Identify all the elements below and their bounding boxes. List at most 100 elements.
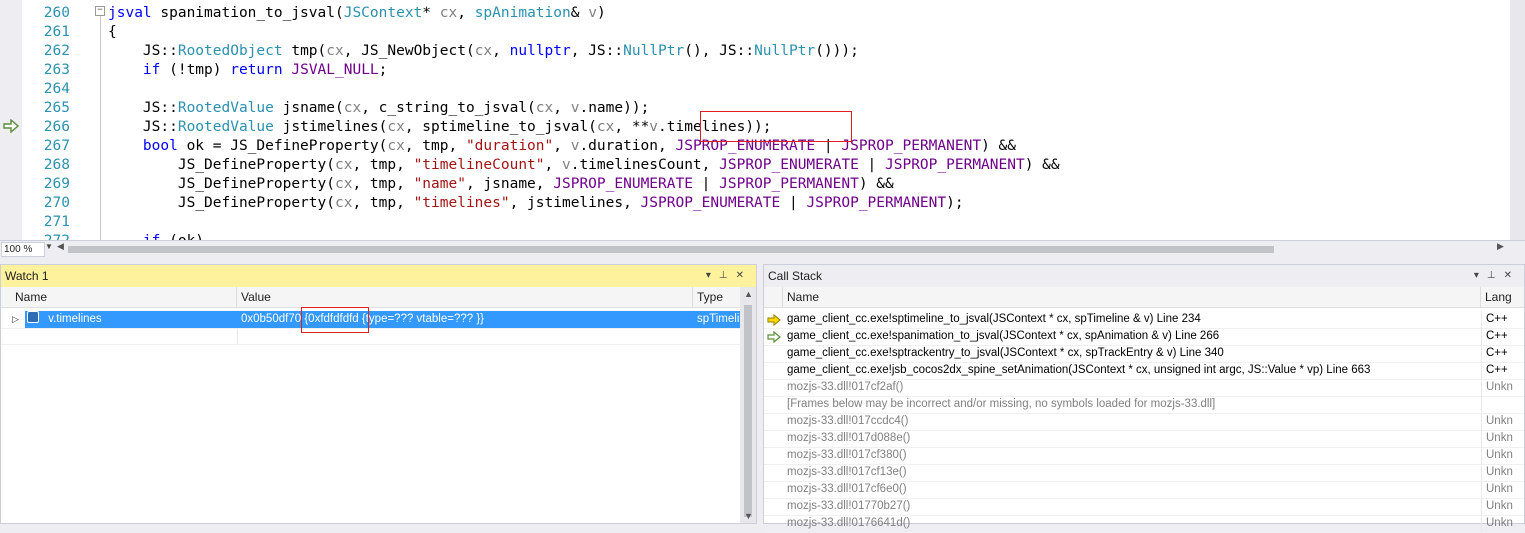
column-header-marker xyxy=(764,287,783,307)
code-text: JS::RootedValue jstimelines(cx, sptimeli… xyxy=(108,119,772,135)
stack-frame-row[interactable]: mozjs-33.dll!017cf6e0() Unkn xyxy=(764,481,1524,499)
line-number: 264 xyxy=(43,81,70,97)
watch-row[interactable]: ▷ v.timelines 0x0b50df70 {0xfdfdfdfd {ty… xyxy=(1,311,741,329)
column-header-language[interactable]: Lang xyxy=(1481,287,1525,307)
column-header-type[interactable]: Type xyxy=(693,287,741,307)
watch-value-rest: {type=??? vtable=??? }} xyxy=(358,313,485,325)
collapse-guide-line xyxy=(100,16,101,240)
frame-marker-cell xyxy=(764,362,783,379)
stack-frame-row[interactable]: mozjs-33.dll!017cf380() Unkn xyxy=(764,447,1524,465)
watch-scrollbar-thumb[interactable] xyxy=(744,305,752,517)
scroll-left-icon[interactable]: ◀ xyxy=(57,241,64,252)
call-stack-title-bar[interactable]: Call Stack ▾⊥✕ xyxy=(764,265,1524,287)
watch-row-name: v.timelines xyxy=(48,313,102,325)
watch-panel-title-bar[interactable]: Watch 1 ▾⊥✕ xyxy=(1,265,756,287)
code-editor[interactable]: 260 jsval spanimation_to_jsval(JSContext*… xyxy=(0,0,1525,258)
watch-vertical-scrollbar[interactable]: ▲ ▼ xyxy=(740,287,756,523)
stack-frame-name: game_client_cc.exe!spanimation_to_jsval(… xyxy=(787,330,1220,342)
expand-arrow-icon[interactable]: ▷ xyxy=(10,311,24,328)
scroll-right-icon[interactable]: ▶ xyxy=(1497,241,1504,252)
stack-frame-name: game_client_cc.exe!sptrackentry_to_jsval… xyxy=(787,347,1224,359)
code-line[interactable]: 268 JS_DefineProperty(cx, tmp, "timeline… xyxy=(0,156,1510,175)
watch-panel-title: Watch 1 xyxy=(5,269,49,283)
code-line[interactable]: 270 JS_DefineProperty(cx, tmp, "timeline… xyxy=(0,194,1510,213)
code-text: if (!tmp) return JSVAL_NULL; xyxy=(142,62,388,78)
stack-frame-name: mozjs-33.dll!017ccdc4() xyxy=(787,415,909,427)
return-point-arrow-icon xyxy=(3,119,19,133)
stack-frame-language: Unkn xyxy=(1481,379,1525,396)
stack-frame-language xyxy=(1481,396,1525,413)
vertical-scrollbar[interactable] xyxy=(1510,0,1525,240)
zoom-level-dropdown[interactable]: 100 % xyxy=(1,242,45,257)
stack-frame-language: Unkn xyxy=(1481,447,1525,464)
stack-frame-name: game_client_cc.exe!sptimeline_to_jsval(J… xyxy=(787,313,1201,325)
stack-frame-row[interactable]: mozjs-33.dll!01770b27() Unkn xyxy=(764,498,1524,516)
line-number: 262 xyxy=(43,43,70,59)
stack-frame-language: C++ xyxy=(1481,328,1525,345)
stack-frame-row[interactable]: game_client_cc.exe!sptrackentry_to_jsval… xyxy=(764,345,1524,363)
stack-frame-language: C++ xyxy=(1481,345,1525,362)
highlight-box-timelines-expression xyxy=(700,111,852,142)
call-stack-title: Call Stack xyxy=(768,269,823,283)
chevron-down-icon[interactable]: ▼ xyxy=(45,242,53,251)
code-line[interactable]: 271 xyxy=(0,213,1510,232)
collapse-toggle-icon[interactable]: − xyxy=(95,6,105,16)
code-line[interactable]: 261 { xyxy=(0,23,1510,42)
code-line[interactable]: 264 xyxy=(0,80,1510,99)
return-frame-arrow-icon xyxy=(764,328,783,345)
stack-frame-name: mozjs-33.dll!017cf2af() xyxy=(787,381,904,393)
stack-frame-language: Unkn xyxy=(1481,464,1525,481)
code-text: bool ok = JS_DefineProperty(cx, tmp, "du… xyxy=(142,138,1016,154)
close-icon[interactable]: ✕ xyxy=(736,270,752,281)
stack-frame-row[interactable]: mozjs-33.dll!0176641d() Unkn xyxy=(764,515,1524,533)
watch-panel: Watch 1 ▾⊥✕ Name Value Type ▷ v.timeline… xyxy=(0,264,757,524)
line-number: 260 xyxy=(43,5,70,21)
call-stack-panel: Call Stack ▾⊥✕ Name Lang game_client_cc.… xyxy=(763,264,1525,533)
column-header-value[interactable]: Value xyxy=(237,287,693,307)
line-number: 266 xyxy=(43,119,70,135)
stack-frame-row[interactable]: game_client_cc.exe!jsb_cocos2dx_spine_se… xyxy=(764,362,1524,380)
code-line[interactable]: 262 JS::RootedObject tmp(cx, JS_NewObjec… xyxy=(0,42,1510,61)
current-frame-arrow-icon xyxy=(764,311,783,328)
frame-marker-cell xyxy=(764,413,783,430)
line-number: 269 xyxy=(43,176,70,192)
code-text: JS_DefineProperty(cx, tmp, "timelines", … xyxy=(108,195,964,211)
pin-icon[interactable]: ⊥ xyxy=(1487,270,1504,281)
line-number: 270 xyxy=(43,195,70,211)
watch-row-type-cell[interactable]: spTimeli xyxy=(693,311,741,328)
watch-header-row: Name Value Type xyxy=(1,287,741,308)
stack-frame-name: mozjs-33.dll!017cf380() xyxy=(787,449,907,461)
stack-frame-language: C++ xyxy=(1481,311,1525,328)
watch-empty-row[interactable] xyxy=(1,328,740,345)
stack-frame-row[interactable]: mozjs-33.dll!017ccdc4() Unkn xyxy=(764,413,1524,431)
scroll-down-icon[interactable]: ▼ xyxy=(744,511,753,521)
stack-frame-row[interactable]: mozjs-33.dll!017cf13e() Unkn xyxy=(764,464,1524,482)
column-header-name[interactable]: Name xyxy=(783,287,1481,307)
dropdown-icon[interactable]: ▾ xyxy=(1474,270,1487,281)
code-line[interactable]: 260 jsval spanimation_to_jsval(JSContext*… xyxy=(0,4,1510,23)
frame-marker-cell xyxy=(764,345,783,362)
stack-frame-row[interactable]: game_client_cc.exe!sptimeline_to_jsval(J… xyxy=(764,311,1524,329)
stack-frame-row[interactable]: mozjs-33.dll!017d088e() Unkn xyxy=(764,430,1524,448)
stack-frame-row[interactable]: mozjs-33.dll!017cf2af() Unkn xyxy=(764,379,1524,397)
dropdown-icon[interactable]: ▾ xyxy=(706,270,719,281)
stack-frame-row[interactable]: [Frames below may be incorrect and/or mi… xyxy=(764,396,1524,414)
stack-frame-name: mozjs-33.dll!017d088e() xyxy=(787,432,911,444)
stack-frame-row[interactable]: game_client_cc.exe!spanimation_to_jsval(… xyxy=(764,328,1524,346)
code-line[interactable]: 263 if (!tmp) return JSVAL_NULL; xyxy=(0,61,1510,80)
code-text: jsval spanimation_to_jsval(JSContext* cx… xyxy=(108,5,606,21)
line-number: 263 xyxy=(43,62,70,78)
pin-icon[interactable]: ⊥ xyxy=(719,270,736,281)
code-line[interactable]: 269 JS_DefineProperty(cx, tmp, "name", j… xyxy=(0,175,1510,194)
close-icon[interactable]: ✕ xyxy=(1504,270,1520,281)
code-text: JS::RootedValue jsname(cx, c_string_to_j… xyxy=(108,100,650,116)
column-header-name[interactable]: Name xyxy=(11,287,237,307)
code-text: JS_DefineProperty(cx, tmp, "timelineCoun… xyxy=(108,157,1060,173)
watch-value-address: 0x0b50df70 xyxy=(241,313,302,325)
code-text: JS::RootedObject tmp(cx, JS_NewObject(cx… xyxy=(108,43,859,59)
scroll-up-icon[interactable]: ▲ xyxy=(744,289,753,299)
stack-frame-name: mozjs-33.dll!017cf13e() xyxy=(787,466,907,478)
watch-row-name-cell[interactable]: v.timelines xyxy=(25,311,237,328)
frame-marker-cell xyxy=(764,498,783,515)
horizontal-scrollbar-thumb[interactable] xyxy=(68,246,1274,253)
